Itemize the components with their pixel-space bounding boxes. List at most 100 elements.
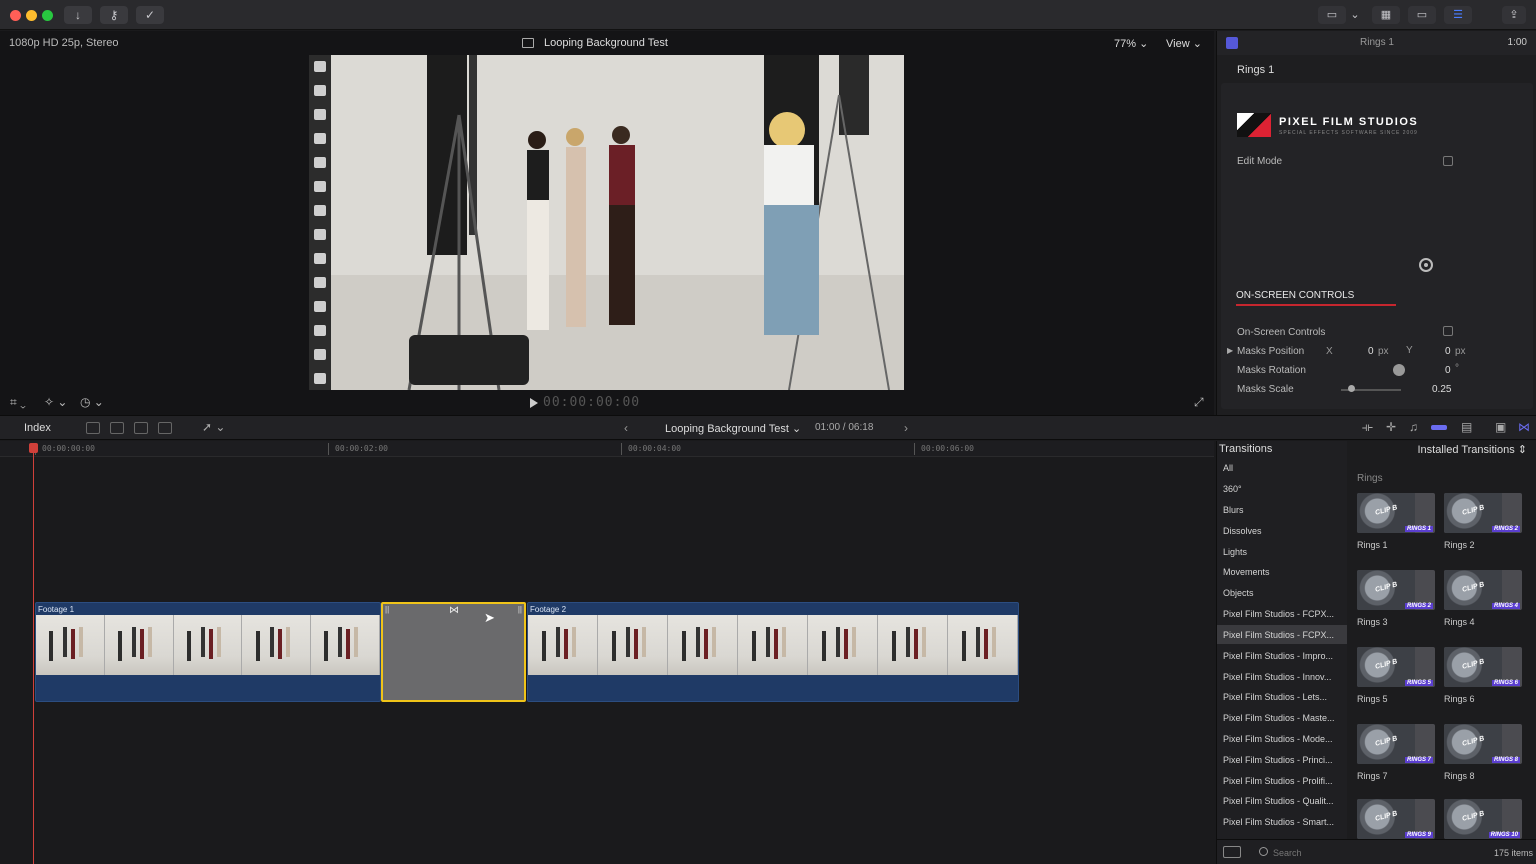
y-unit-label: px <box>1455 346 1466 357</box>
workspace-button[interactable]: ▭ <box>1318 6 1346 24</box>
transition-thumbnail[interactable]: CLIP B RINGS 1 <box>1357 493 1435 533</box>
transition-thumbnail[interactable]: CLIP B RINGS 8 <box>1444 724 1522 764</box>
enhance-wand-icon[interactable]: ✧ ⌄ <box>44 395 67 409</box>
minimize-window-button[interactable] <box>26 10 37 21</box>
transform-tool-icon[interactable]: ⌗ ⌄ <box>10 395 26 410</box>
rotation-dial-icon[interactable] <box>1393 364 1405 376</box>
transition-name: Rings 6 <box>1444 694 1475 704</box>
clip-appearance-icon[interactable]: ▤ <box>1461 420 1472 434</box>
category-item[interactable]: Blurs <box>1223 505 1343 515</box>
category-item[interactable]: Pixel Film Studios - FCPX... <box>1223 609 1343 619</box>
category-item[interactable]: Pixel Film Studios - Maste... <box>1223 713 1343 723</box>
append-clip-icon[interactable] <box>134 422 148 434</box>
select-tool-arrow-icon[interactable]: ➚ ⌄ <box>202 420 225 434</box>
import-button[interactable]: ↓ <box>64 6 92 24</box>
category-item[interactable]: Pixel Film Studios - Smart... <box>1223 817 1343 827</box>
workspace-menu-chevron-icon[interactable]: ⌄ <box>1348 6 1362 24</box>
category-item[interactable]: Pixel Film Studios - Mode... <box>1223 734 1343 744</box>
category-item[interactable]: Lights <box>1223 547 1343 557</box>
transitions-browser-icon[interactable]: ⋈ <box>1518 420 1530 434</box>
transition-thumbnail[interactable]: CLIP B RINGS 5 <box>1357 647 1435 687</box>
audio-skimming-icon[interactable]: ♫ <box>1409 420 1418 434</box>
clip-thumbnail <box>878 615 948 675</box>
category-item[interactable]: Pixel Film Studios - Lets... <box>1223 692 1343 702</box>
transition-thumbnail[interactable]: CLIP B RINGS 2 <box>1357 570 1435 610</box>
category-item[interactable]: Dissolves <box>1223 526 1343 536</box>
category-item-selected[interactable]: Pixel Film Studios - FCPX... <box>1223 630 1343 640</box>
category-item[interactable]: Pixel Film Studios - Qualit... <box>1223 796 1343 806</box>
masks-position-x-value[interactable]: 0 <box>1368 346 1374 357</box>
overwrite-clip-icon[interactable] <box>158 422 172 434</box>
category-item[interactable]: Movements <box>1223 567 1343 577</box>
clip-thumbnail <box>528 615 598 675</box>
transition-thumbnail[interactable]: CLIP B RINGS 2 <box>1444 493 1522 533</box>
generator-icon[interactable] <box>1226 37 1238 49</box>
category-item[interactable]: 360° <box>1223 484 1343 494</box>
effects-browser-icon[interactable]: ▣ <box>1495 420 1506 434</box>
timeline-toggle-icon[interactable]: ▭ <box>1408 6 1436 24</box>
playhead[interactable] <box>33 443 34 864</box>
slider-knob-icon[interactable] <box>1348 385 1355 392</box>
category-item[interactable]: Pixel Film Studios - Prolifi... <box>1223 776 1343 786</box>
category-header: Transitions <box>1219 443 1273 455</box>
disclosure-triangle-icon[interactable]: ▶ <box>1227 346 1233 355</box>
insert-clip-icon[interactable] <box>110 422 124 434</box>
inspector-toggle-icon[interactable]: ☰ <box>1444 6 1472 24</box>
transition-rings-1[interactable]: || ⋈ || ➤ <box>381 602 526 702</box>
browser-toggle-icon[interactable]: ▦ <box>1372 6 1400 24</box>
background-tasks-button[interactable]: ✓ <box>136 6 164 24</box>
transition-thumbnail[interactable]: CLIP B RINGS 10 <box>1444 799 1522 839</box>
sidebar-toggle-icon[interactable] <box>1223 846 1241 858</box>
playhead-handle[interactable] <box>29 443 38 453</box>
clip-footage-1[interactable]: Footage 1 <box>35 602 381 702</box>
transition-name: Rings 8 <box>1444 771 1475 781</box>
transition-thumbnail[interactable]: CLIP B RINGS 9 <box>1357 799 1435 839</box>
retime-speed-icon[interactable]: ◷ ⌄ <box>80 395 104 409</box>
snapping-icon[interactable]: ✛ <box>1386 420 1396 434</box>
sprocket <box>314 373 326 384</box>
timeline[interactable]: 00:00:00:00 00:00:02:00 00:00:04:00 00:0… <box>0 441 1214 864</box>
timeline-ruler[interactable]: 00:00:00:00 00:00:02:00 00:00:04:00 00:0… <box>0 441 1214 457</box>
y-axis-label: Y <box>1406 345 1413 356</box>
clip-footage-2[interactable]: Footage 2 <box>527 602 1019 702</box>
masks-rotation-value[interactable]: 0 <box>1445 365 1451 376</box>
history-back-chevron-icon[interactable]: ‹ <box>624 421 628 435</box>
view-menu[interactable]: View ⌄ <box>1166 37 1202 50</box>
transition-right-handle[interactable]: || <box>518 605 522 614</box>
video-frame[interactable] <box>309 55 904 390</box>
masks-scale-value[interactable]: 0.25 <box>1432 384 1451 395</box>
solo-icon[interactable] <box>1431 425 1447 430</box>
edit-mode-checkbox[interactable] <box>1443 156 1453 166</box>
installed-transitions-menu[interactable]: Installed Transitions ⇕ <box>1418 443 1528 456</box>
index-button[interactable]: Index <box>24 422 51 434</box>
masks-position-y-value[interactable]: 0 <box>1445 346 1451 357</box>
category-item[interactable]: All <box>1223 463 1343 473</box>
play-icon[interactable] <box>530 398 538 408</box>
maximize-window-button[interactable] <box>42 10 53 21</box>
brand-name: PIXEL FILM STUDIOS <box>1279 116 1419 128</box>
close-window-button[interactable] <box>10 10 21 21</box>
inspector: Rings 1 1:00 Rings 1 PIXEL FILM STUDIOS … <box>1216 31 1536 415</box>
connect-clip-icon[interactable] <box>86 422 100 434</box>
transition-thumbnail[interactable]: CLIP B RINGS 7 <box>1357 724 1435 764</box>
format-label: 1080p HD 25p, Stereo <box>9 37 119 49</box>
transition-thumbnail[interactable]: CLIP B RINGS 4 <box>1444 570 1522 610</box>
timeline-project-menu[interactable]: Looping Background Test ⌄ <box>665 422 801 435</box>
share-icon[interactable]: ⇪ <box>1502 6 1526 24</box>
zoom-menu[interactable]: 77% ⌄ <box>1114 37 1148 50</box>
on-screen-controls-checkbox[interactable] <box>1443 326 1453 336</box>
fullscreen-icon[interactable]: ⤢ <box>1194 395 1204 410</box>
clapper-icon <box>522 38 534 48</box>
search-input[interactable]: Search <box>1273 848 1302 858</box>
brand-tagline: SPECIAL EFFECTS SOFTWARE SINCE 2009 <box>1279 130 1418 136</box>
category-item[interactable]: Objects <box>1223 588 1343 598</box>
transition-left-handle[interactable]: || <box>385 605 389 614</box>
category-item[interactable]: Pixel Film Studios - Princi... <box>1223 755 1343 765</box>
transition-thumbnail[interactable]: CLIP B RINGS 6 <box>1444 647 1522 687</box>
category-item[interactable]: Pixel Film Studios - Impro... <box>1223 651 1343 661</box>
skimming-icon[interactable]: ⟛ <box>1362 420 1373 435</box>
keyword-button[interactable]: ⚷ <box>100 6 128 24</box>
history-forward-chevron-icon[interactable]: › <box>904 421 908 435</box>
on-screen-controls-target-icon[interactable] <box>1419 258 1433 272</box>
category-item[interactable]: Pixel Film Studios - Innov... <box>1223 672 1343 682</box>
